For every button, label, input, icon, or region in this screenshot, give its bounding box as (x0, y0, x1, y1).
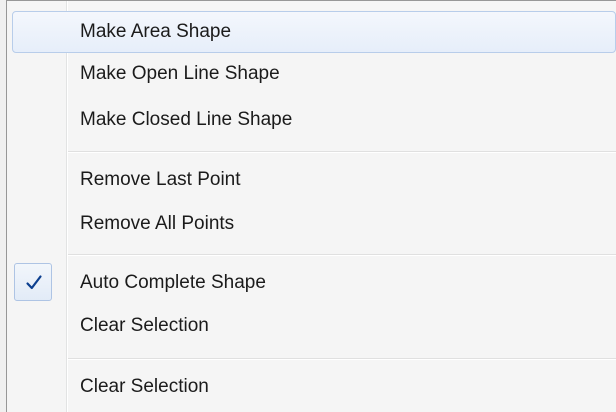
menu-separator (68, 151, 616, 153)
context-menu: Make Area Shape Make Open Line Shape Mak… (0, 0, 616, 412)
menu-item-remove-last-point[interactable]: Remove Last Point (12, 159, 616, 201)
menu-item-label: Remove Last Point (80, 169, 241, 190)
menu-item-remove-all-points[interactable]: Remove All Points (12, 203, 616, 245)
check-icon (26, 275, 42, 290)
menu-item-label: Clear Selection (80, 376, 209, 397)
menu-item-clear-selection[interactable]: Clear Selection (12, 305, 616, 347)
menu-separator (68, 358, 616, 360)
menu-separator (68, 254, 616, 256)
menu-item-clear-selection-2[interactable]: Clear Selection (12, 366, 616, 408)
menu-border-top (6, 0, 616, 1)
menu-item-auto-complete-shape[interactable]: Auto Complete Shape (12, 262, 616, 304)
menu-item-make-closed-line-shape[interactable]: Make Closed Line Shape (12, 99, 616, 141)
menu-item-label: Make Area Shape (80, 21, 232, 42)
menu-item-label: Remove All Points (80, 213, 235, 234)
menu-border (6, 0, 7, 412)
menu-item-make-open-line-shape[interactable]: Make Open Line Shape (12, 53, 616, 95)
menu-item-make-area-shape[interactable]: Make Area Shape (12, 11, 616, 53)
menu-item-label: Make Open Line Shape (80, 63, 280, 84)
menu-item-label: Make Closed Line Shape (80, 109, 293, 130)
menu-item-label: Clear Selection (80, 315, 209, 336)
check-indicator (14, 263, 52, 301)
menu-item-label: Auto Complete Shape (80, 272, 266, 293)
